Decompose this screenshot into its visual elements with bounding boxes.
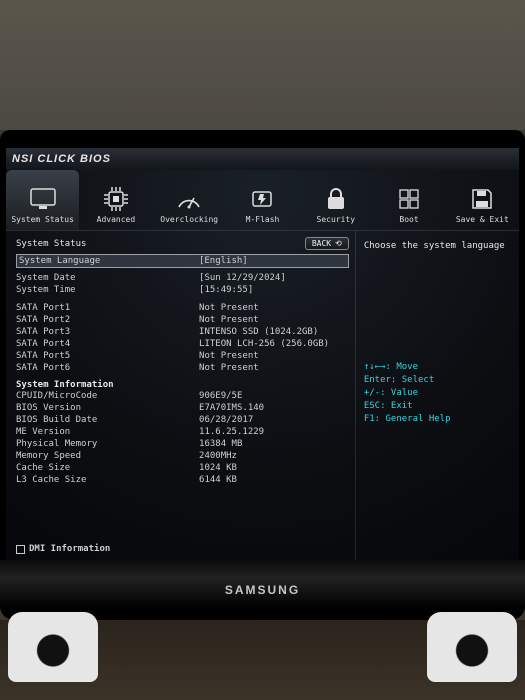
boot-icon (395, 185, 423, 213)
tab-bar: System Status Advanced Overclocking M-Fl… (6, 170, 519, 230)
tab-label: System Status (11, 215, 74, 224)
gauge-icon (175, 185, 203, 213)
info-row: BIOS Build Date06/28/2017 (16, 414, 349, 426)
submenu-icon (16, 545, 25, 554)
info-row: BIOS VersionE7A70IMS.140 (16, 402, 349, 414)
tab-advanced[interactable]: Advanced (79, 170, 152, 230)
info-row: ME Version11.6.25.1229 (16, 426, 349, 438)
dmi-label: DMI Information (29, 544, 110, 554)
system-language-row[interactable]: System Language [English] (16, 254, 349, 268)
lock-icon (322, 185, 350, 213)
back-button[interactable]: BACK ⟲ (305, 237, 349, 250)
page-heading: System Status (16, 239, 305, 249)
system-time-row[interactable]: System Time[15:49:55] (16, 284, 349, 296)
system-language-label: System Language (17, 256, 199, 266)
dmi-information-link[interactable]: DMI Information (16, 544, 110, 554)
key-help-line: F1: General Help (364, 413, 511, 426)
monitor-frame: NSI CLICK BIOS System Status Advanced Ov… (0, 130, 525, 560)
bios-screen: NSI CLICK BIOS System Status Advanced Ov… (6, 148, 519, 560)
info-row: Memory Speed2400MHz (16, 450, 349, 462)
tab-security[interactable]: Security (299, 170, 372, 230)
bios-brand-text: NSI CLICK BIOS (12, 153, 111, 165)
key-help-line: +/-: Value (364, 387, 511, 400)
sysinfo-block: System Information CPUID/MicroCode906E9/… (16, 380, 349, 486)
tab-overclocking[interactable]: Overclocking (153, 170, 226, 230)
flash-icon (248, 185, 276, 213)
monitor-brand: SAMSUNG (225, 583, 300, 597)
save-icon (468, 185, 496, 213)
key-help-line: Enter: Select (364, 374, 511, 387)
tab-boot[interactable]: Boot (372, 170, 445, 230)
sata-row[interactable]: SATA Port5Not Present (16, 350, 349, 362)
monitor-chin: SAMSUNG (0, 560, 525, 620)
key-help-line: ↑↓←→: Move (364, 361, 511, 374)
tab-m-flash[interactable]: M-Flash (226, 170, 299, 230)
desk (0, 620, 525, 700)
info-row: Cache Size1024 KB (16, 462, 349, 474)
sata-row[interactable]: SATA Port6Not Present (16, 362, 349, 374)
speaker-left (8, 612, 98, 682)
left-pane: System Status BACK ⟲ System Language [En… (6, 231, 355, 560)
key-help-line: ESC: Exit (364, 400, 511, 413)
sata-row[interactable]: SATA Port3INTENSO SSD (1024.2GB) (16, 326, 349, 338)
back-label: BACK (312, 239, 331, 248)
tab-label: Security (317, 215, 356, 224)
sata-row[interactable]: SATA Port1Not Present (16, 302, 349, 314)
tab-label: Save & Exit (456, 215, 509, 224)
tab-label: M-Flash (246, 215, 280, 224)
tab-label: Boot (399, 215, 418, 224)
sata-block: SATA Port1Not Present SATA Port2Not Pres… (16, 302, 349, 374)
sata-row[interactable]: SATA Port2Not Present (16, 314, 349, 326)
info-row: CPUID/MicroCode906E9/5E (16, 390, 349, 402)
info-row: Physical Memory16384 MB (16, 438, 349, 450)
room-wall (0, 0, 525, 130)
bios-brand-bar: NSI CLICK BIOS (6, 148, 519, 170)
tab-save-exit[interactable]: Save & Exit (446, 170, 519, 230)
key-help-block: ↑↓←→: Move Enter: Select +/-: Value ESC:… (364, 361, 511, 426)
chip-icon (102, 185, 130, 213)
speaker-right (427, 612, 517, 682)
sysinfo-heading: System Information (16, 380, 349, 390)
monitor-icon (29, 185, 57, 213)
tab-label: Overclocking (160, 215, 218, 224)
info-row: L3 Cache Size6144 KB (16, 474, 349, 486)
back-arrow-icon: ⟲ (335, 239, 342, 248)
date-time-block: System Date[Sun 12/29/2024] System Time[… (16, 272, 349, 296)
sata-row[interactable]: SATA Port4LITEON LCH-256 (256.0GB) (16, 338, 349, 350)
system-language-value: [English] (199, 256, 348, 266)
help-pane: Choose the system language ↑↓←→: Move En… (355, 231, 519, 560)
system-date-row[interactable]: System Date[Sun 12/29/2024] (16, 272, 349, 284)
tab-label: Advanced (97, 215, 136, 224)
help-text: Choose the system language (364, 241, 511, 361)
tab-system-status[interactable]: System Status (6, 170, 79, 230)
